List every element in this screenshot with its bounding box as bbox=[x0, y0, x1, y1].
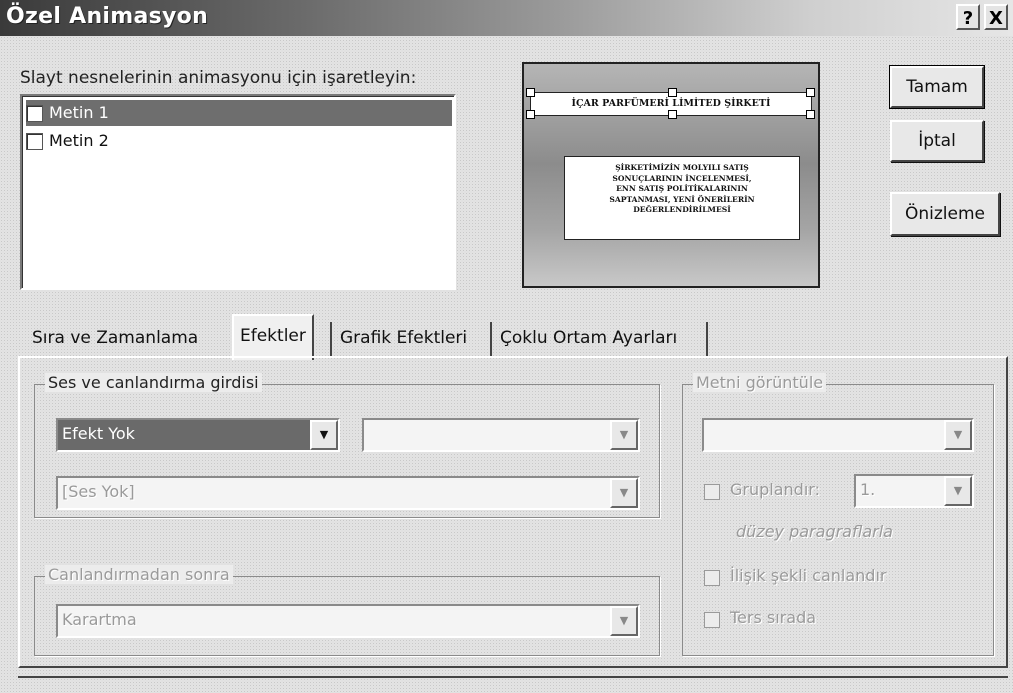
reverse-order-checkbox[interactable] bbox=[704, 612, 720, 628]
text-display-select[interactable]: ▼ bbox=[702, 418, 974, 452]
preview-body-line: SAPTANMASI, YENİ ÖNERİLERİN bbox=[609, 194, 755, 204]
effect-select[interactable]: Efekt Yok ▼ bbox=[56, 418, 340, 452]
list-item-metin-2[interactable]: Metin 2 bbox=[26, 128, 109, 154]
chevron-down-icon[interactable]: ▼ bbox=[610, 420, 638, 450]
group-level-value: 1. bbox=[860, 480, 876, 499]
close-button[interactable]: X bbox=[984, 4, 1008, 30]
preview-body-box: ŞİRKETİMİZİN MOLYILI SATIŞ SONUÇLARININ … bbox=[564, 156, 800, 240]
objects-list[interactable]: Metin 1 Metin 2 bbox=[20, 94, 456, 290]
preview-body-line: SONUÇLARININ İNCELENMESİ, bbox=[612, 173, 752, 183]
tab-efektler[interactable]: Efektler bbox=[232, 314, 314, 360]
ok-button[interactable]: Tamam bbox=[889, 65, 985, 109]
tab-separator bbox=[490, 322, 492, 356]
selection-handle bbox=[806, 88, 815, 97]
tab-separator bbox=[330, 322, 332, 356]
list-item-metin-1[interactable]: Metin 1 bbox=[26, 100, 452, 126]
selection-handle bbox=[806, 110, 815, 119]
selection-handle bbox=[668, 110, 677, 119]
title-bar: Özel Animasyon ? X bbox=[0, 0, 1013, 36]
tab-sira-zamanlama[interactable]: Sıra ve Zamanlama bbox=[32, 318, 198, 358]
tab-coklu-ortam[interactable]: Çoklu Ortam Ayarları bbox=[500, 318, 677, 358]
preview-body-line: ENN SATIŞ POLİTİKALARININ bbox=[616, 184, 748, 193]
attached-shape-checkbox[interactable] bbox=[704, 570, 720, 586]
selection-handle bbox=[526, 110, 535, 119]
chevron-down-icon[interactable]: ▼ bbox=[310, 420, 338, 450]
selection-handle bbox=[526, 88, 535, 97]
after-animation-select[interactable]: Karartma ▼ bbox=[56, 604, 640, 638]
sound-select[interactable]: [Ses Yok] ▼ bbox=[56, 476, 640, 510]
after-select-value: Karartma bbox=[62, 610, 137, 629]
chevron-down-icon[interactable]: ▼ bbox=[944, 420, 972, 450]
entry-group-title: Ses ve canlandırma girdisi bbox=[45, 373, 262, 392]
text-group-title: Metni görüntüle bbox=[693, 373, 827, 392]
metin-2-checkbox[interactable] bbox=[26, 133, 43, 150]
list-item-label: Metin 1 bbox=[49, 103, 109, 122]
preview-body-line: ŞİRKETİMİZİN MOLYILI SATIŞ bbox=[615, 163, 749, 172]
metin-1-checkbox[interactable] bbox=[26, 105, 43, 122]
group-level-suffix: düzey paragraflarla bbox=[736, 522, 893, 541]
effect-select-value: Efekt Yok bbox=[62, 424, 135, 443]
chevron-down-icon[interactable]: ▼ bbox=[610, 606, 638, 636]
selection-handle bbox=[668, 88, 677, 97]
preview-body-line: DEĞERLENDİRİLMESİ bbox=[633, 205, 731, 214]
panel-bottom-border bbox=[18, 676, 1008, 678]
chevron-down-icon[interactable]: ▼ bbox=[610, 478, 638, 508]
sound-select-value: [Ses Yok] bbox=[62, 482, 135, 501]
list-item-label: Metin 2 bbox=[49, 131, 109, 150]
cancel-button[interactable]: İptal bbox=[890, 120, 984, 162]
tab-separator bbox=[706, 322, 708, 356]
group-level-select[interactable]: 1. ▼ bbox=[854, 474, 974, 508]
help-button[interactable]: ? bbox=[956, 4, 980, 30]
after-group-title: Canlandırmadan sonra bbox=[45, 565, 233, 584]
attached-shape-label: İlişik şekli canlandır bbox=[730, 566, 887, 585]
effect-detail-select[interactable]: ▼ bbox=[362, 418, 640, 452]
reverse-order-label: Ters sırada bbox=[730, 608, 817, 627]
group-by-label: Gruplandır: bbox=[730, 480, 820, 499]
preview-button[interactable]: Önizleme bbox=[890, 192, 1000, 236]
window-title: Özel Animasyon bbox=[6, 4, 209, 29]
chevron-down-icon[interactable]: ▼ bbox=[944, 476, 972, 506]
tab-grafik-efektleri[interactable]: Grafik Efektleri bbox=[340, 318, 467, 358]
group-by-checkbox[interactable] bbox=[704, 484, 720, 500]
objects-label: Slayt nesnelerinin animasyonu için işare… bbox=[20, 68, 417, 88]
slide-preview: İÇAR PARFÜMERİ LİMİTED ŞİRKETİ ŞİRKETİMİ… bbox=[522, 62, 820, 288]
